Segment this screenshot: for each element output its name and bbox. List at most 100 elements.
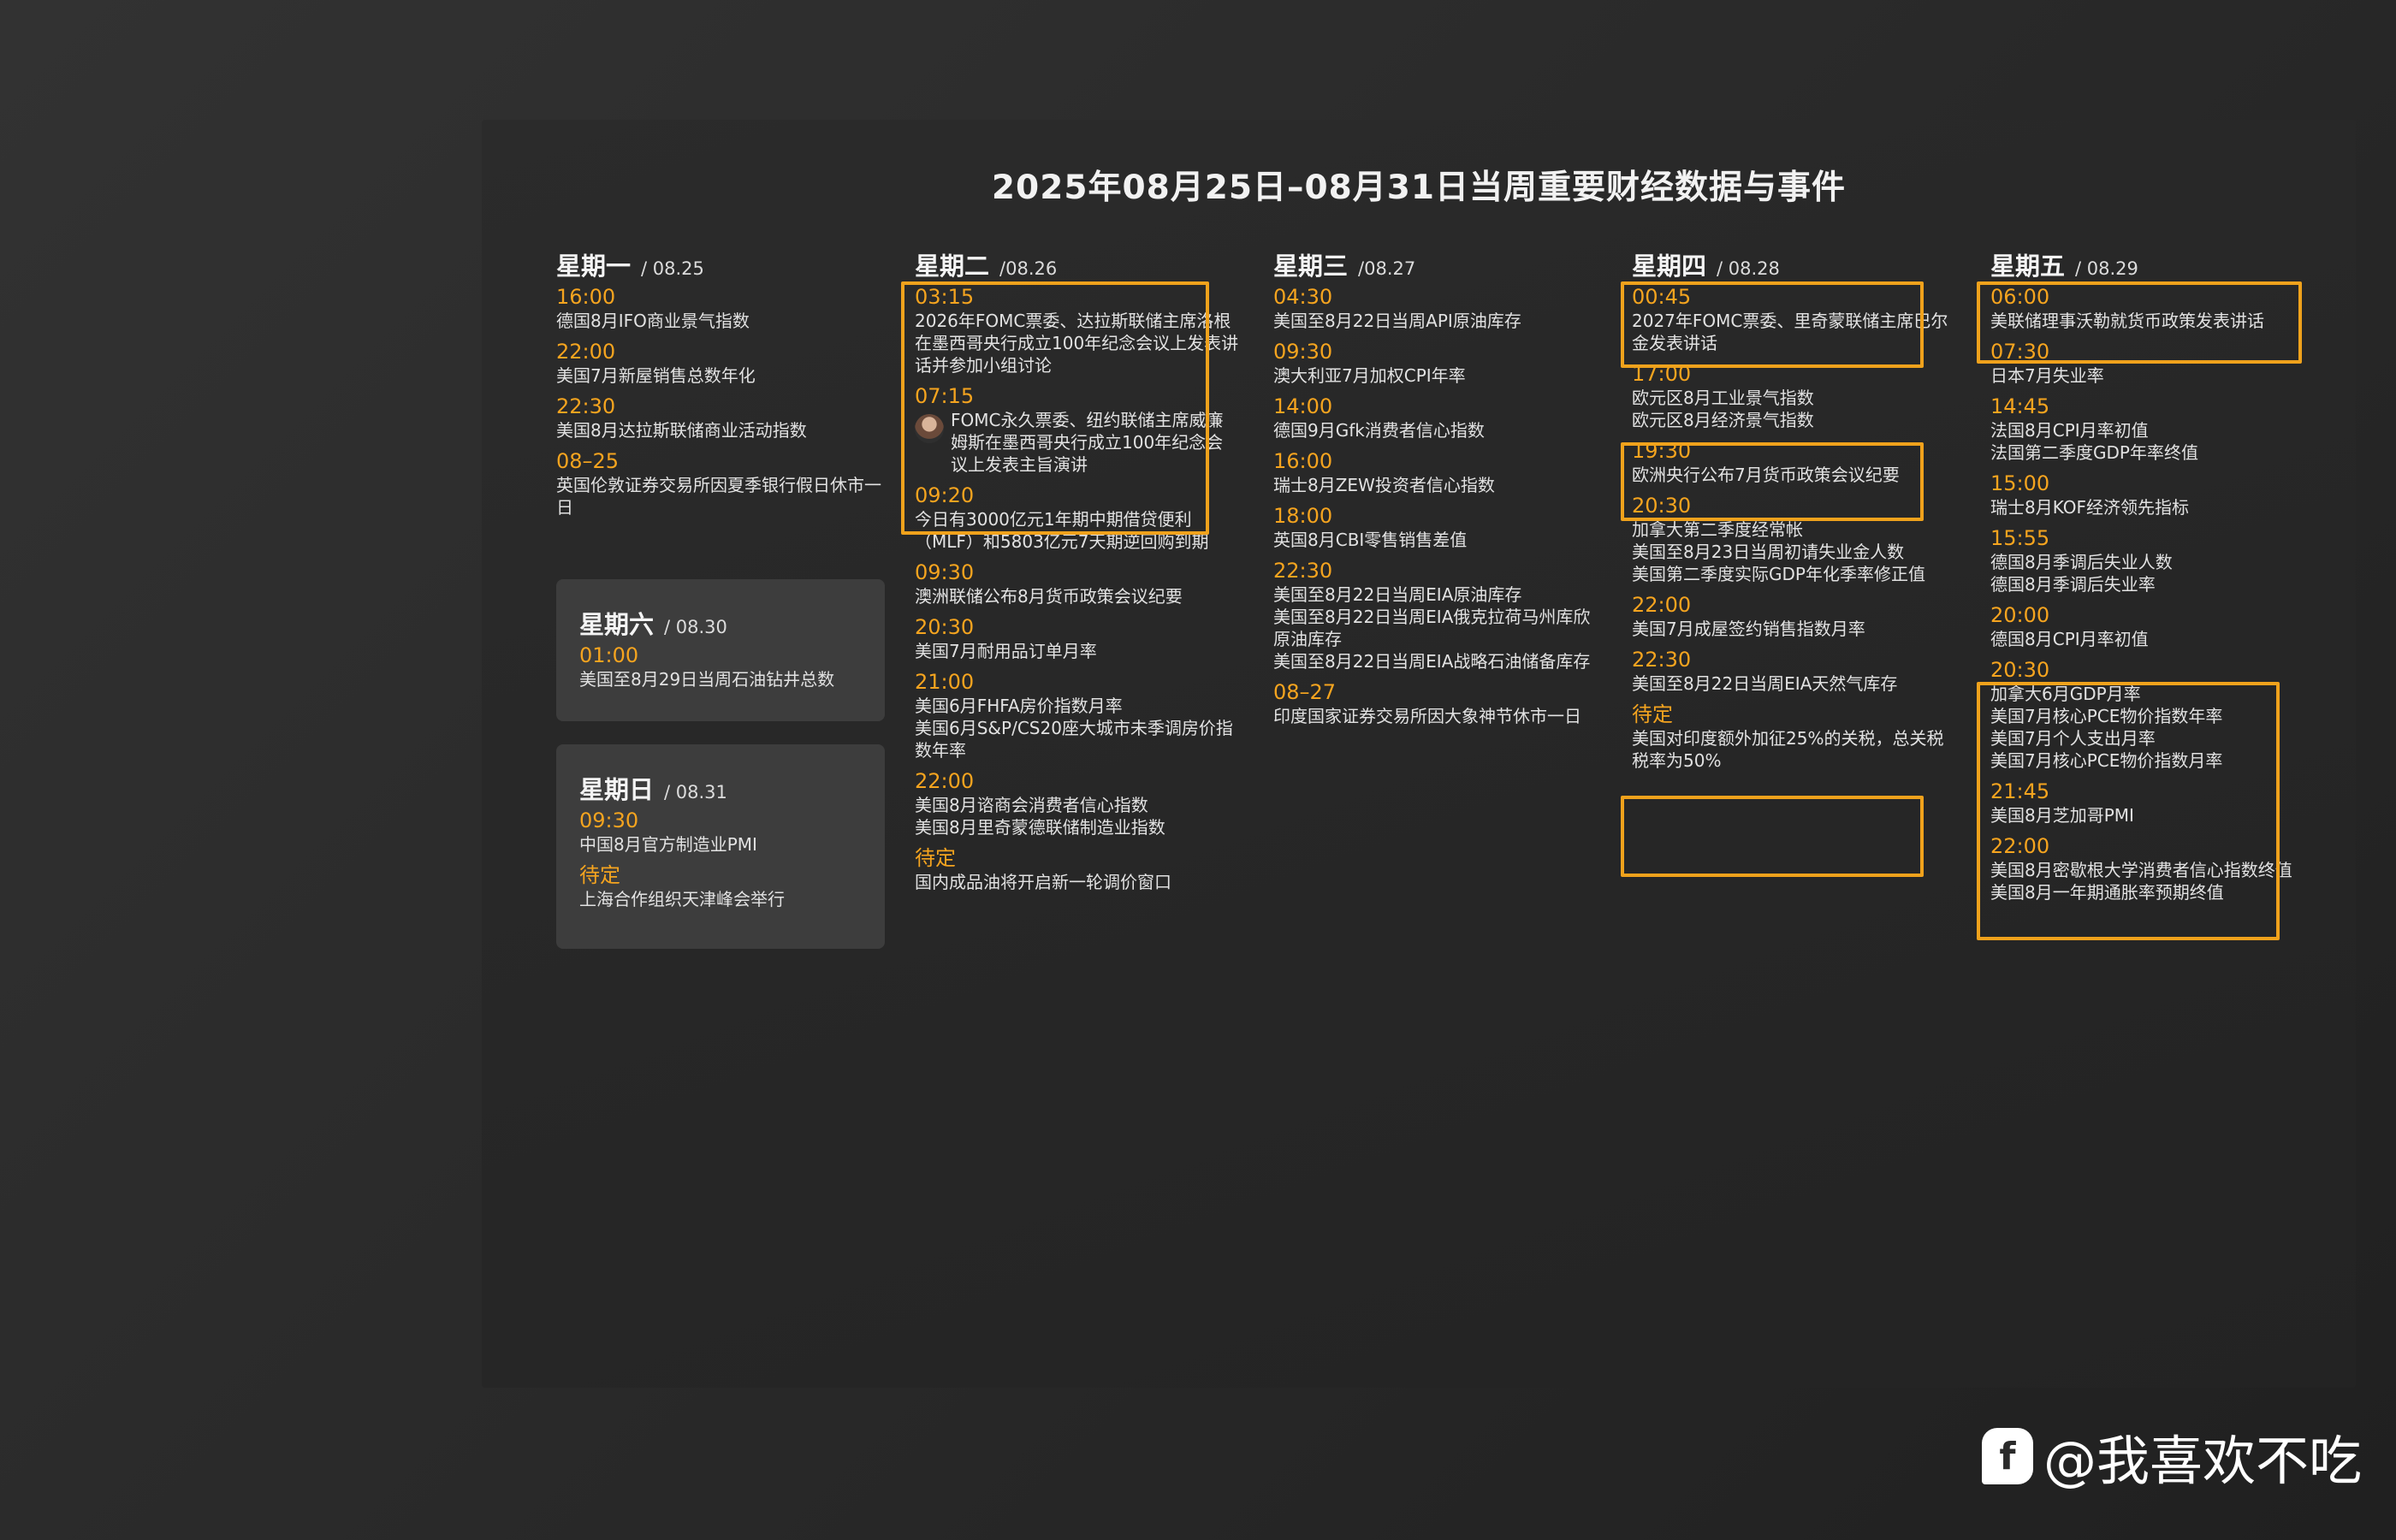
event-time: 22:30 xyxy=(1273,559,1333,583)
highlight-box-fri-2030 xyxy=(1977,682,2280,940)
event-description: 美国8月里奇蒙德联储制造业指数 xyxy=(915,817,1165,838)
day-header: 星期日 / 08.31 xyxy=(579,770,885,804)
event-time: 20:30 xyxy=(1990,658,2050,682)
event-item: 04:30 美国至8月22日当周API原油库存 xyxy=(1273,284,1598,332)
event-time: 14:45 xyxy=(1990,394,2050,418)
day-name: 星期四 xyxy=(1632,252,1707,281)
event-item: 22:30 美国至8月22日当周EIA原油库存 美国至8月22日当周EIA俄克拉荷马… xyxy=(1273,558,1598,672)
calendar-panel: 2025年08月25日–08月31日当周重要财经数据与事件 星期一 / 08.25… xyxy=(482,120,2356,1388)
event-description: 美国7月成屋签约销售指数月率 xyxy=(1632,619,1865,639)
event-description: 德国8月季调后失业率 xyxy=(1990,574,2156,595)
day-date: / 08.25 xyxy=(641,258,704,279)
event-description: 美国至8月22日当周API原油库存 xyxy=(1273,311,1521,331)
event-description: 美国至8月22日当周EIA原油库存 xyxy=(1273,584,1522,605)
day-header: 星期一 / 08.25 xyxy=(556,246,881,281)
event-time: 22:00 xyxy=(1632,593,1692,617)
event-time: 08–27 xyxy=(1273,680,1337,704)
event-item: 14:45 法国8月CPI月率初值 法国第二季度GDP年率终值 xyxy=(1990,394,2316,464)
event-item: 15:00 瑞士8月KOF经济领先指标 xyxy=(1990,471,2316,518)
event-time: 09:30 xyxy=(915,560,975,584)
event-item: 待定 上海合作组织天津峰会举行 xyxy=(579,862,885,910)
event-time: 08–25 xyxy=(556,449,620,473)
event-description: 欧元区8月经济景气指数 xyxy=(1632,410,1814,430)
event-item: 20:30 美国7月耐用品订单月率 xyxy=(915,614,1240,662)
event-description: 美国6月FHFA房价指数月率 xyxy=(915,696,1123,716)
event-description: 美国第二季度实际GDP年化季率修正值 xyxy=(1632,564,1925,584)
event-time: 待定 xyxy=(915,846,956,870)
day-header: 星期五 / 08.29 xyxy=(1990,246,2316,281)
watermark-handle: @我喜欢不吃 xyxy=(2043,1430,2363,1492)
event-item: 22:00 美国8月谘商会消费者信心指数 美国8月里奇蒙德联储制造业指数 xyxy=(915,768,1240,838)
day-header: 星期三/08.27 xyxy=(1273,246,1598,281)
event-item: 08–25 英国伦敦证券交易所因夏季银行假日休市一日 xyxy=(556,448,881,518)
highlight-box-thu-0045 xyxy=(1621,281,1924,368)
event-description: 澳洲联储公布8月货币政策会议纪要 xyxy=(915,586,1183,607)
day-date: / 08.30 xyxy=(664,617,727,637)
event-description: 美国至8月22日当周EIA天然气库存 xyxy=(1632,673,1898,694)
event-description: 瑞士8月ZEW投资者信心指数 xyxy=(1273,475,1495,495)
event-description: 德国9月Gfk消费者信心指数 xyxy=(1273,420,1485,441)
event-time: 22:00 xyxy=(556,340,616,364)
event-item: 01:00 美国至8月29日当周石油钻井总数 xyxy=(579,643,885,690)
event-item: 18:00 英国8月CBI零售销售差值 xyxy=(1273,503,1598,551)
event-description: 美国至8月29日当周石油钻井总数 xyxy=(579,669,835,690)
weekend-card-saturday: 星期六 / 08.30 01:00 美国至8月29日当周石油钻井总数 xyxy=(556,579,885,721)
event-description: 德国8月IFO商业景气指数 xyxy=(556,311,750,331)
day-header: 星期二/08.26 xyxy=(915,246,1240,281)
day-name: 星期五 xyxy=(1990,252,2066,281)
event-item: 15:55 德国8月季调后失业人数 德国8月季调后失业率 xyxy=(1990,525,2316,595)
event-description: 美国7月新屋销售总数年化 xyxy=(556,365,756,386)
event-item: 待定 美国对印度额外加征25%的关税，总关税税率为50% xyxy=(1632,702,1957,772)
event-time: 01:00 xyxy=(579,643,639,667)
event-time: 20:00 xyxy=(1990,603,2050,627)
event-time: 22:30 xyxy=(1632,648,1692,672)
event-item: 22:30 美国8月达拉斯联储商业活动指数 xyxy=(556,394,881,441)
event-description: 上海合作组织天津峰会举行 xyxy=(579,889,785,909)
event-description: 美国6月S&P/CS20座大城市未季调房价指数年率 xyxy=(915,718,1233,761)
event-description: 印度国家证券交易所因大象神节休市一日 xyxy=(1273,706,1581,726)
event-description: 日本7月失业率 xyxy=(1990,365,2104,386)
highlight-box-thu-1930 xyxy=(1621,442,1924,521)
event-time: 22:30 xyxy=(556,394,616,418)
event-item: 20:00 德国8月CPI月率初值 xyxy=(1990,602,2316,650)
event-time: 21:00 xyxy=(915,670,975,694)
page-title: 2025年08月25日–08月31日当周重要财经数据与事件 xyxy=(991,169,1847,207)
event-item: 22:00 美国7月新屋销售总数年化 xyxy=(556,339,881,387)
event-item: 16:00 德国8月IFO商业景气指数 xyxy=(556,284,881,332)
day-date: / 08.31 xyxy=(664,782,727,803)
event-time: 18:00 xyxy=(1273,504,1333,528)
event-time: 待定 xyxy=(1632,702,1673,726)
event-time: 15:00 xyxy=(1990,471,2050,495)
event-item: 16:00 瑞士8月ZEW投资者信心指数 xyxy=(1273,448,1598,496)
event-time: 04:30 xyxy=(1273,285,1333,309)
event-time: 16:00 xyxy=(556,285,616,309)
event-time: 14:00 xyxy=(1273,394,1333,418)
event-description: 德国8月季调后失业人数 xyxy=(1990,552,2173,572)
event-description: 美国8月谘商会消费者信心指数 xyxy=(915,795,1148,815)
event-description: 美国对印度额外加征25%的关税，总关税税率为50% xyxy=(1632,728,1944,771)
event-item: 待定 国内成品油将开启新一轮调价窗口 xyxy=(915,845,1240,893)
watermark: f @我喜欢不吃 xyxy=(1982,1422,2362,1492)
event-description: 英国8月CBI零售销售差值 xyxy=(1273,530,1468,550)
highlight-box-thu-pending xyxy=(1621,796,1924,877)
day-header: 星期四 / 08.28 xyxy=(1632,246,1957,281)
event-item: 14:00 德国9月Gfk消费者信心指数 xyxy=(1273,394,1598,441)
event-time: 09:30 xyxy=(1273,340,1333,364)
day-name: 星期六 xyxy=(579,610,655,639)
event-description: 法国8月CPI月率初值 xyxy=(1990,420,2149,441)
day-column-monday: 星期一 / 08.25 16:00 德国8月IFO商业景气指数 22:00 美国7月新屋销… xyxy=(556,246,881,525)
weekend-card-sunday: 星期日 / 08.31 09:30 中国8月官方制造业PMI 待定 上海合作组织天津峰会举… xyxy=(556,744,885,949)
day-date: / 08.28 xyxy=(1717,258,1780,279)
event-description: 中国8月官方制造业PMI xyxy=(579,834,757,855)
day-name: 星期一 xyxy=(556,252,632,281)
event-item: 09:30 澳洲联储公布8月货币政策会议纪要 xyxy=(915,560,1240,607)
event-item: 08–27 印度国家证券交易所因大象神节休市一日 xyxy=(1273,679,1598,727)
highlight-box-tue-morning xyxy=(901,281,1209,535)
event-description: 美国7月耐用品订单月率 xyxy=(915,641,1097,661)
event-time: 20:30 xyxy=(915,615,975,639)
event-description: 德国8月CPI月率初值 xyxy=(1990,629,2149,649)
event-description: 美国至8月23日当周初请失业金人数 xyxy=(1632,542,1905,562)
event-description: 澳大利亚7月加权CPI年率 xyxy=(1273,365,1466,386)
event-time: 15:55 xyxy=(1990,526,2050,550)
event-time: 09:30 xyxy=(579,808,639,832)
